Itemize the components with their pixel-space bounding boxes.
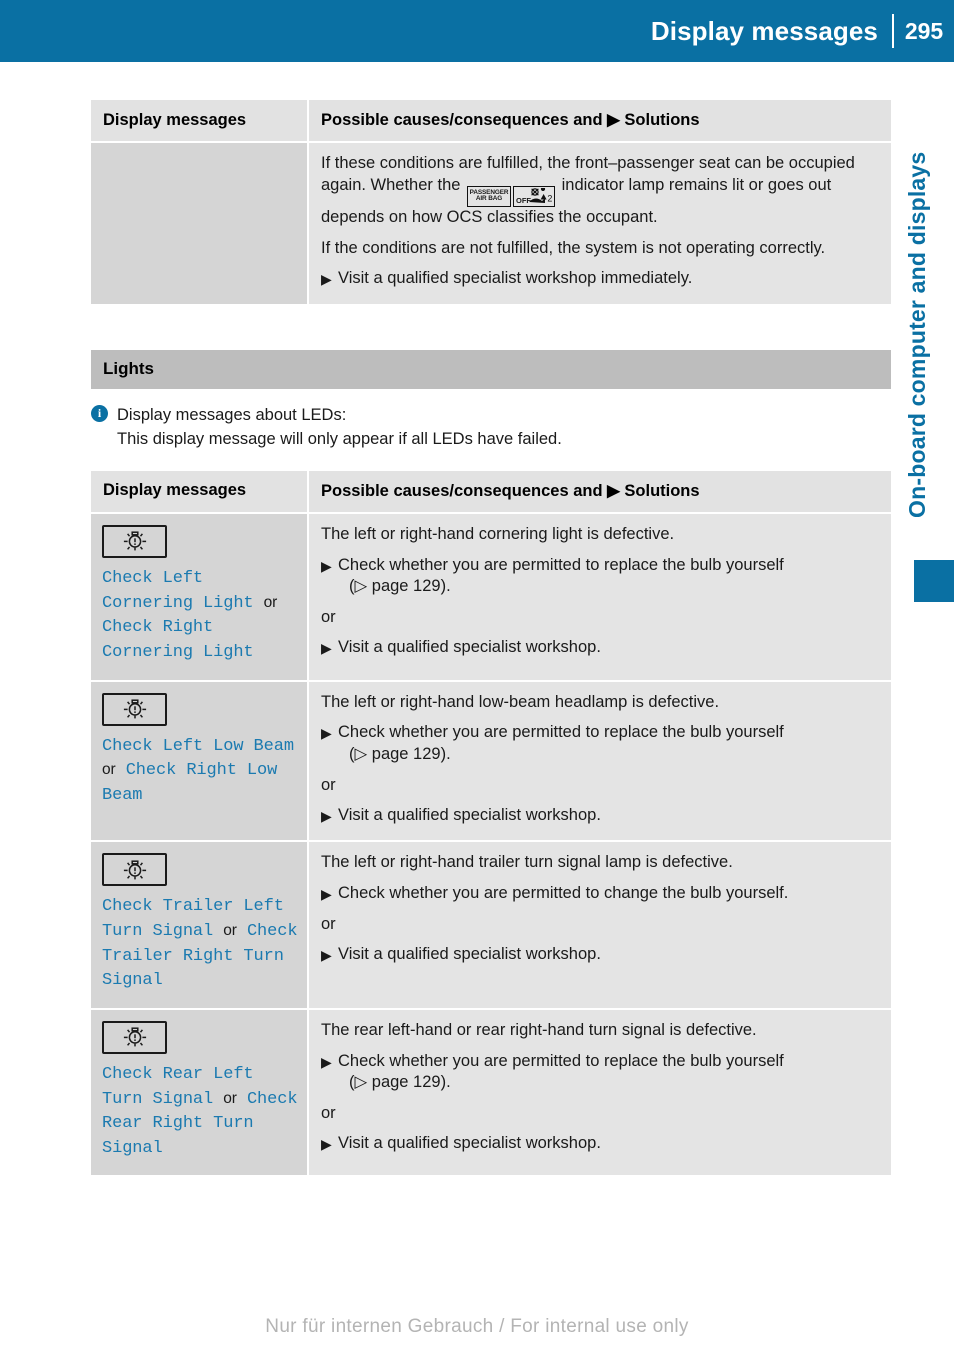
lamp-defect-icon [102, 853, 167, 887]
page-reference[interactable]: (▷ page 129). [338, 1072, 877, 1094]
airbag-indicator-icons: PASSENGER AIR BAG OFF 2 [467, 185, 556, 207]
message-part-1: Check Left Low Beam [102, 736, 294, 756]
message-part-1: Check Left Cornering Light [102, 568, 254, 613]
solution-item: ▶ Visit a qualified specialist workshop. [321, 637, 877, 659]
table-row: If these conditions are fulfilled, the f… [91, 142, 891, 305]
cell-causes-solutions: The left or right-hand trailer turn sign… [308, 840, 891, 1009]
cell-display-message: Check Left Cornering Light or Check Righ… [91, 512, 309, 681]
cell-causes-solutions: The left or right-hand low-beam headlamp… [308, 679, 891, 842]
cause-paragraph-2: If the conditions are not fulfilled, the… [321, 238, 826, 257]
solution-item: ▶ Check whether you are permitted to rep… [321, 1051, 877, 1095]
solution-text: Check whether you are permitted to repla… [338, 723, 784, 742]
page-header: Display messages 295 [0, 0, 954, 62]
solution-text: Visit a qualified specialist workshop. [338, 805, 601, 824]
solution-arrow-icon: ▶ [321, 725, 332, 742]
table-row: Check Left Cornering Light or Check Righ… [91, 512, 891, 681]
solution-arrow-icon: ▶ [321, 1135, 332, 1152]
cause-text: The rear left-hand or rear right-hand tu… [321, 1020, 757, 1039]
or-label: or [321, 608, 336, 627]
message-part-2: Check Right Low Beam [102, 761, 278, 805]
solution-text: Check whether you are permitted to repla… [338, 1051, 784, 1070]
solution-text: Visit a qualified specialist workshop. [338, 944, 601, 963]
solution-arrow-icon: ▶ [321, 807, 332, 824]
chapter-side-label: On-board computer and displays [904, 151, 930, 519]
page-reference[interactable]: (▷ page 129). [338, 744, 877, 766]
solution-item: ▶ Visit a qualified specialist workshop. [321, 944, 877, 966]
page-number: 295 [904, 17, 944, 44]
table-row: Check Rear Left Turn Signal or Check Rea… [91, 1007, 891, 1176]
or-label: or [321, 775, 336, 794]
solution-arrow-icon: ▶ [321, 640, 332, 656]
page-reference[interactable]: (▷ page 129). [338, 576, 877, 598]
solution-item: ▶ Visit a qualified specialist workshop. [321, 1133, 877, 1155]
table-row: Check Left Low Beam or Check Right Low B… [91, 679, 891, 842]
table-header-row: Display messages Possible causes/consequ… [91, 470, 891, 514]
solution-arrow-icon: ▶ [321, 271, 332, 288]
page-title: Display messages [650, 16, 878, 46]
message-conjunction: or [223, 921, 237, 939]
solution-item: ▶ Visit a qualified specialist workshop … [321, 268, 877, 290]
info-note-line-2: This display message will only appear if… [117, 429, 562, 448]
cause-text: The left or right-hand trailer turn sign… [321, 853, 733, 872]
airbag-off-icon: OFF 2 [513, 185, 556, 207]
cause-paragraph-1: If these conditions are fulfilled, the f… [321, 153, 877, 229]
table-header-row: Display messages Possible causes/consequ… [91, 100, 891, 143]
page-content: Display messages Possible causes/consequ… [91, 100, 891, 1176]
table-display-messages-lights: Display messages Possible causes/consequ… [91, 470, 891, 1176]
passenger-airbag-line2: AIR BAG [475, 195, 503, 203]
solution-item: ▶ Check whether you are permitted to rep… [321, 555, 877, 599]
cell-display-message [91, 142, 309, 305]
display-message-code: Check Left Low Beam or Check Right Low B… [102, 735, 299, 809]
cell-display-message: Check Left Low Beam or Check Right Low B… [91, 679, 309, 842]
or-label: or [321, 914, 336, 933]
cell-causes-solutions: If these conditions are fulfilled, the f… [308, 142, 891, 305]
svg-text:2: 2 [547, 193, 552, 203]
column-header-solutions: Possible causes/consequences and ▶ Solut… [308, 470, 891, 514]
solution-text: Check whether you are permitted to repla… [338, 555, 784, 574]
section-heading-lights: Lights [91, 350, 891, 390]
info-icon: i [91, 405, 108, 423]
message-conjunction: or [263, 593, 278, 611]
lamp-defect-icon [102, 692, 167, 726]
solution-arrow-icon: ▶ [321, 557, 332, 574]
airbag-off-symbol-icon: 2 [529, 187, 552, 203]
lamp-defect-icon [102, 1020, 167, 1054]
cell-causes-solutions: The left or right-hand cornering light i… [308, 512, 891, 681]
passenger-airbag-label-icon: PASSENGER AIR BAG [467, 185, 512, 207]
cell-display-message: Check Trailer Left Turn Signal or Check … [91, 840, 309, 1009]
solution-text: Visit a qualified specialist workshop. [338, 638, 601, 656]
solution-arrow-icon: ▶ [321, 886, 332, 903]
cause-text: The left or right-hand low-beam headlamp… [321, 692, 720, 711]
table-row: Check Trailer Left Turn Signal or Check … [91, 840, 891, 1009]
cause-text: The left or right-hand cornering light i… [321, 524, 675, 543]
solution-item: ▶ Check whether you are permitted to cha… [321, 883, 877, 905]
message-part-2: Check Right Cornering Light [102, 618, 254, 662]
solution-text: Visit a qualified specialist workshop im… [338, 269, 693, 288]
info-note-line-1: Display messages about LEDs: [117, 406, 347, 425]
solution-text: Visit a qualified specialist workshop. [338, 1133, 601, 1152]
solution-item: ▶ Check whether you are permitted to rep… [321, 722, 877, 766]
column-header-solutions: Possible causes/consequences and ▶ Solut… [308, 100, 891, 143]
solution-item: ▶ Visit a qualified specialist workshop. [321, 805, 877, 827]
info-note: i Display messages about LEDs: This disp… [91, 404, 891, 451]
display-message-code: Check Trailer Left Turn Signal or Check … [102, 895, 299, 994]
column-header-display-messages: Display messages [91, 100, 309, 143]
lamp-defect-icon [102, 524, 167, 558]
solution-text: Check whether you are permitted to chang… [338, 884, 789, 903]
chapter-tab-marker [914, 560, 954, 602]
footer-watermark: Nur für internen Gebrauch / For internal… [265, 1316, 689, 1337]
solution-arrow-icon: ▶ [321, 1053, 332, 1070]
solution-arrow-icon: ▶ [321, 946, 332, 963]
message-conjunction: or [223, 1089, 237, 1107]
message-conjunction: or [102, 761, 116, 779]
cell-display-message: Check Rear Left Turn Signal or Check Rea… [91, 1007, 309, 1176]
table-display-messages-top: Display messages Possible causes/consequ… [91, 100, 891, 305]
display-message-code: Check Left Cornering Light or Check Righ… [102, 567, 299, 666]
display-message-code: Check Rear Left Turn Signal or Check Rea… [102, 1063, 299, 1162]
cell-causes-solutions: The rear left-hand or rear right-hand tu… [308, 1007, 891, 1176]
column-header-display-messages: Display messages [91, 470, 309, 514]
or-label: or [321, 1104, 336, 1123]
